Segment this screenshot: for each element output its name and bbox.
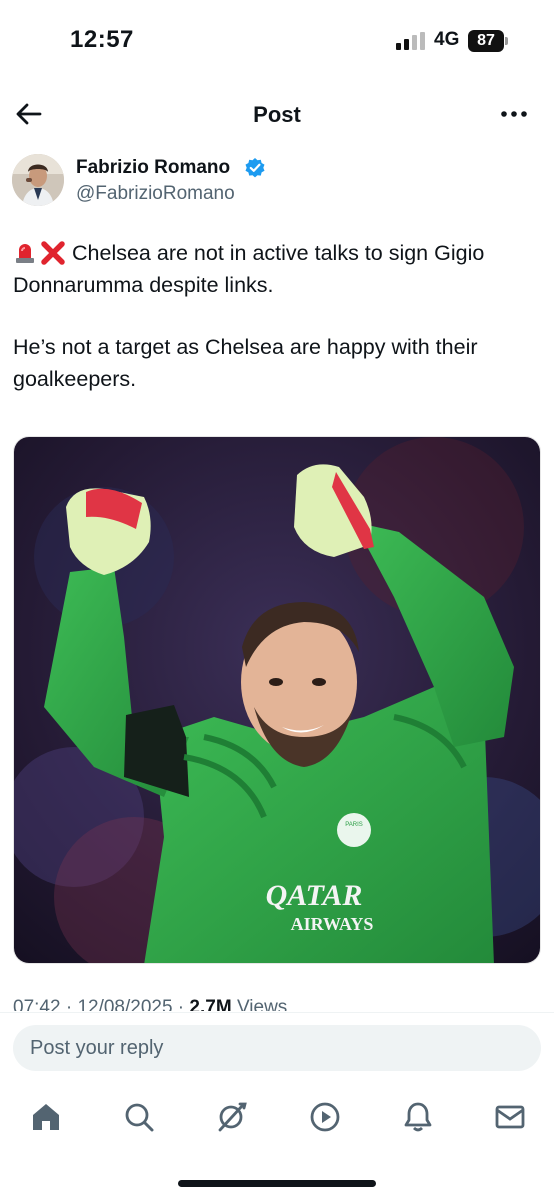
tweet-paragraph-2: He’s not a target as Chelsea are happy w… (13, 335, 478, 391)
tweet-meta: 07:42 · 12/08/2025 · 2.7M Views (13, 997, 543, 1011)
police-light-emoji (16, 244, 34, 263)
tweet-time: 07:42 (13, 997, 61, 1011)
page-title: Post (253, 102, 301, 127)
emoji-group (13, 240, 66, 266)
author-row[interactable]: Fabrizio Romano @FabrizioRomano (12, 152, 542, 212)
tweet-line-1: Chelsea are not in active talks to sign … (13, 241, 485, 297)
jersey-text-2: AIRWAYS (291, 914, 374, 934)
author-handle[interactable]: @FabrizioRomano (76, 183, 235, 205)
views-label: Views (236, 997, 288, 1011)
video-icon[interactable] (308, 1100, 342, 1134)
header: Post (0, 90, 554, 138)
battery-nub (505, 37, 508, 45)
jersey-text-1: QATAR (266, 879, 363, 912)
crest-text: PARIS (345, 822, 363, 828)
home-icon[interactable] (29, 1100, 63, 1134)
verified-badge-icon (245, 158, 265, 178)
reply-bar: Post your reply (0, 1012, 554, 1084)
tweet-date: 12/08/2025 (77, 997, 173, 1011)
tweet-text: Chelsea are not in active talks to sign … (13, 238, 543, 426)
cross-mark-emoji (41, 241, 65, 265)
grok-icon[interactable] (214, 1100, 248, 1134)
signal-icon (396, 32, 425, 50)
avatar-image (12, 154, 64, 206)
views-count: 2.7M (189, 997, 232, 1011)
status-time: 12:57 (70, 26, 134, 53)
more-horizontal-icon[interactable] (498, 102, 530, 126)
messages-icon[interactable] (493, 1100, 527, 1134)
notifications-icon[interactable] (401, 1100, 435, 1134)
battery-icon: 87 (468, 30, 504, 52)
tweet-photo[interactable]: PARIS QATAR AIRWAYS (13, 436, 541, 964)
reply-input[interactable]: Post your reply (13, 1025, 541, 1071)
bottom-nav (0, 1086, 554, 1152)
avatar[interactable] (12, 154, 64, 206)
home-indicator (178, 1180, 376, 1187)
author-name[interactable]: Fabrizio Romano (76, 157, 230, 179)
status-bar: 12:57 4G 87 (0, 0, 554, 80)
goalkeeper-photo: PARIS QATAR AIRWAYS (14, 437, 540, 963)
tweet-paragraph-1: Chelsea are not in active talks to sign … (13, 238, 543, 301)
network-label: 4G (434, 29, 460, 50)
search-icon[interactable] (122, 1100, 156, 1134)
